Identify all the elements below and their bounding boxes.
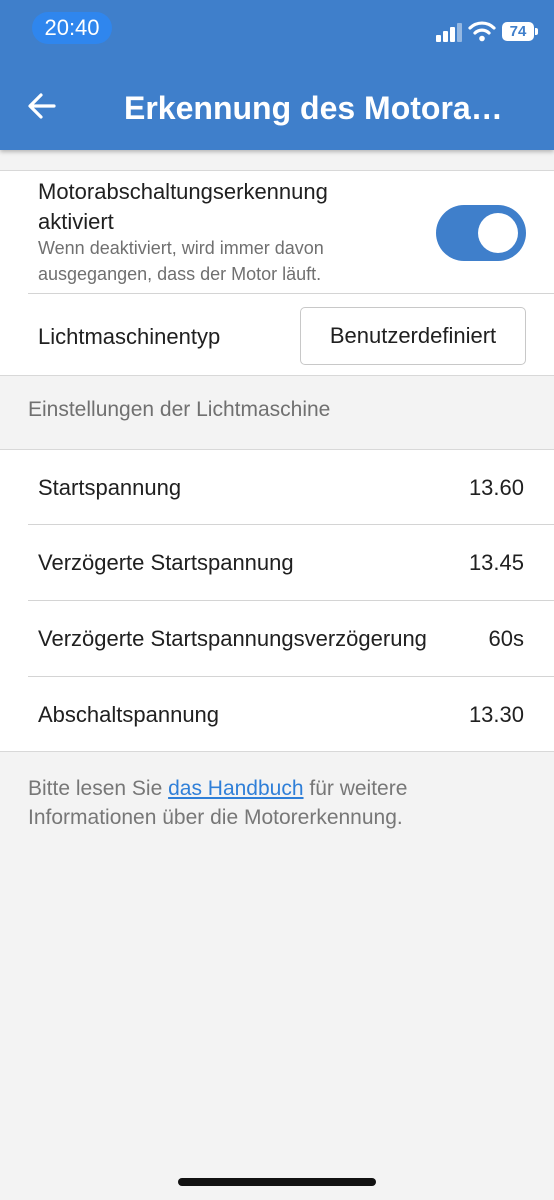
status-time: 20:40: [32, 12, 112, 44]
engine-detection-card: Motorabschaltungserkennung aktiviert Wen…: [0, 170, 554, 376]
divider: [28, 293, 554, 294]
toggle-knob: [478, 213, 518, 253]
setting-label: Verzögerte Startspannung: [38, 550, 294, 575]
setting-value: 60s: [488, 626, 524, 651]
footer-prefix: Bitte lesen Sie: [28, 777, 169, 800]
wifi-icon: [468, 20, 496, 42]
cellular-signal-icon: [436, 20, 464, 42]
setting-row-delayed-start-voltage[interactable]: Verzögerte Startspannung 13.45: [0, 525, 554, 600]
setting-row-start-voltage[interactable]: Startspannung 13.60: [0, 450, 554, 525]
page-title: Erkennung des Motora…: [124, 90, 503, 126]
engine-detection-subtitle: Wenn deaktiviert, wird immer davon ausge…: [38, 238, 324, 284]
battery-icon: 74: [502, 22, 534, 41]
alternator-type-button[interactable]: Benutzerdefiniert: [300, 307, 526, 365]
setting-row-delayed-start-delay[interactable]: Verzögerte Startspannungsverzögerung 60s: [0, 601, 554, 676]
setting-value: 13.45: [468, 550, 524, 575]
setting-label: Abschaltspannung: [38, 702, 220, 727]
engine-detection-toggle[interactable]: [436, 205, 526, 261]
home-indicator[interactable]: [178, 1178, 376, 1186]
setting-label: Startspannung: [38, 475, 182, 500]
back-arrow-icon[interactable]: [26, 90, 58, 122]
setting-label: Verzögerte Startspannungsverzögerung: [38, 626, 427, 651]
footer-note: Bitte lesen Sie das Handbuch für weitere…: [28, 774, 528, 832]
setting-value: 13.60: [468, 475, 524, 500]
manual-link[interactable]: das Handbuch: [168, 777, 303, 800]
setting-value: 13.30: [468, 702, 524, 727]
alternator-settings-card: Startspannung 13.60 Verzögerte Startspan…: [0, 449, 554, 752]
battery-tip: [535, 28, 538, 35]
setting-row-shutdown-voltage[interactable]: Abschaltspannung 13.30: [0, 677, 554, 752]
alternator-type-label: Lichtmaschinentyp: [38, 324, 221, 349]
section-title: Einstellungen der Lichtmaschine: [28, 398, 331, 421]
engine-detection-title: Motorabschaltungserkennung aktiviert: [38, 179, 328, 234]
app-header: 20:40 74 Erkennung des Motora…: [0, 0, 554, 150]
